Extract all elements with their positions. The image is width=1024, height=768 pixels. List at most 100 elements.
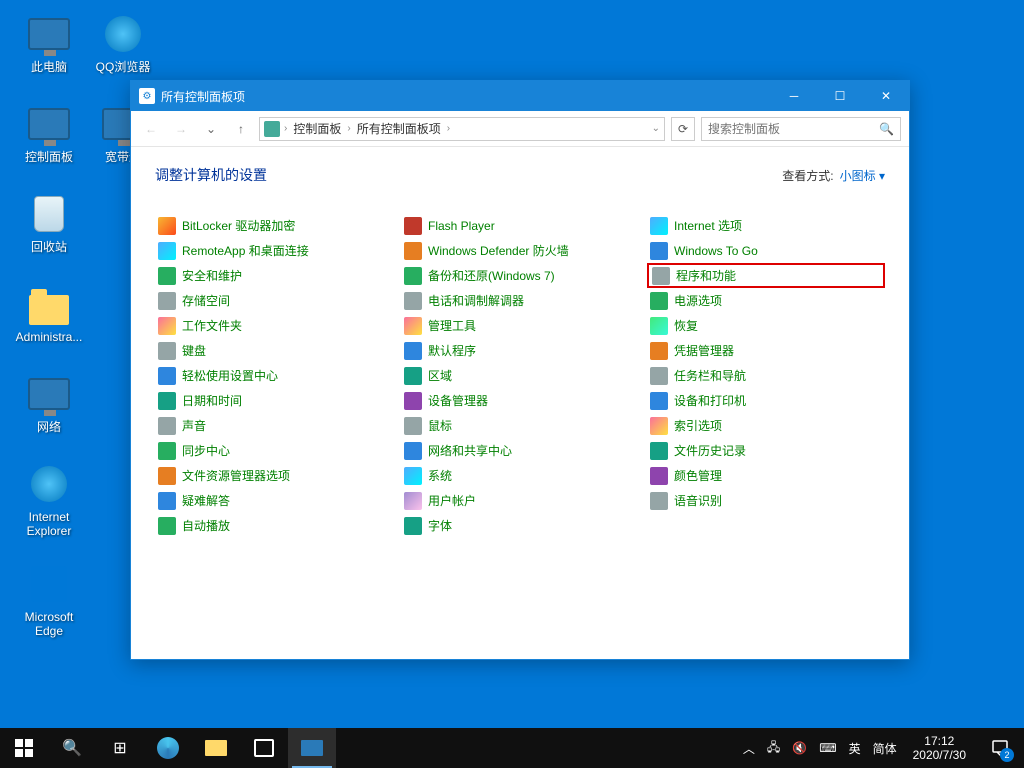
item-icon — [650, 367, 668, 385]
desktop-icon[interactable]: 控制面板 — [12, 100, 86, 164]
control-panel-item[interactable]: 轻松使用设置中心 — [155, 363, 393, 388]
control-panel-item[interactable]: 电话和调制解调器 — [401, 288, 639, 313]
control-panel-item[interactable]: Windows To Go — [647, 238, 885, 263]
maximize-button[interactable]: ☐ — [817, 81, 863, 111]
breadcrumb-root[interactable]: 控制面板 — [291, 120, 343, 137]
desktop-icon[interactable]: QQ浏览器 — [86, 10, 160, 74]
up-button[interactable]: ↑ — [229, 117, 253, 141]
item-label: 自动播放 — [182, 517, 230, 534]
item-label: 文件资源管理器选项 — [182, 467, 290, 484]
control-panel-item[interactable]: 声音 — [155, 413, 393, 438]
control-panel-item[interactable]: 文件资源管理器选项 — [155, 463, 393, 488]
control-panel-item[interactable]: 程序和功能 — [647, 263, 885, 288]
control-panel-item[interactable]: 键盘 — [155, 338, 393, 363]
item-icon — [650, 442, 668, 460]
item-icon — [158, 467, 176, 485]
control-panel-item[interactable]: 凭据管理器 — [647, 338, 885, 363]
control-panel-item[interactable]: BitLocker 驱动器加密 — [155, 213, 393, 238]
control-panel-item[interactable]: 索引选项 — [647, 413, 885, 438]
back-button[interactable]: ← — [139, 117, 163, 141]
item-label: 设备和打印机 — [674, 392, 746, 409]
control-panel-item[interactable]: 同步中心 — [155, 438, 393, 463]
control-panel-item[interactable]: 系统 — [401, 463, 639, 488]
item-label: 轻松使用设置中心 — [182, 367, 278, 384]
control-panel-item[interactable]: Internet 选项 — [647, 213, 885, 238]
tray-ime-lang[interactable]: 英 — [843, 728, 867, 768]
item-icon — [158, 242, 176, 260]
tray-volume-icon[interactable]: 🔇 — [786, 728, 813, 768]
taskbar-control-panel[interactable] — [288, 728, 336, 768]
task-view-button[interactable]: ⊞ — [96, 728, 144, 768]
desktop-icon[interactable]: Internet Explorer — [12, 460, 86, 538]
minimize-button[interactable]: ─ — [771, 81, 817, 111]
control-panel-item[interactable]: 日期和时间 — [155, 388, 393, 413]
control-panel-item[interactable]: 鼠标 — [401, 413, 639, 438]
item-label: Flash Player — [428, 219, 495, 233]
tray-overflow[interactable]: ︿ — [737, 728, 761, 768]
item-label: 程序和功能 — [676, 267, 736, 284]
desktop-icon[interactable]: Microsoft Edge — [12, 560, 86, 638]
taskbar-explorer[interactable] — [192, 728, 240, 768]
item-icon — [158, 292, 176, 310]
item-label: 颜色管理 — [674, 467, 722, 484]
control-panel-item[interactable]: 颜色管理 — [647, 463, 885, 488]
forward-button[interactable]: → — [169, 117, 193, 141]
control-panel-item[interactable]: 文件历史记录 — [647, 438, 885, 463]
item-icon — [650, 492, 668, 510]
close-button[interactable]: ✕ — [863, 81, 909, 111]
taskbar-store[interactable] — [240, 728, 288, 768]
desktop-icon[interactable]: 网络 — [12, 370, 86, 434]
control-panel-item[interactable]: 备份和还原(Windows 7) — [401, 263, 639, 288]
control-panel-item[interactable]: Windows Defender 防火墙 — [401, 238, 639, 263]
item-icon — [652, 267, 670, 285]
search-box[interactable]: 🔍 — [701, 117, 901, 141]
action-center-button[interactable]: 2 — [976, 728, 1024, 768]
taskbar-edge[interactable] — [144, 728, 192, 768]
control-panel-item[interactable]: 工作文件夹 — [155, 313, 393, 338]
item-icon — [650, 392, 668, 410]
tray-clock[interactable]: 17:12 2020/7/30 — [903, 734, 976, 762]
search-button[interactable]: 🔍 — [48, 728, 96, 768]
tray-ime-mode[interactable]: 简体 — [867, 728, 903, 768]
viewby-dropdown[interactable]: 小图标 ▾ — [840, 167, 885, 184]
tray-keyboard-icon[interactable]: ⌨ — [813, 728, 842, 768]
control-panel-item[interactable]: 网络和共享中心 — [401, 438, 639, 463]
refresh-button[interactable]: ⟳ — [671, 117, 695, 141]
item-label: 声音 — [182, 417, 206, 434]
control-panel-item[interactable]: 用户帐户 — [401, 488, 639, 513]
breadcrumb-current[interactable]: 所有控制面板项 — [355, 120, 443, 137]
control-panel-item[interactable]: 语音识别 — [647, 488, 885, 513]
item-icon — [158, 392, 176, 410]
desktop-icon[interactable]: 回收站 — [12, 190, 86, 254]
desktop-icon[interactable]: Administra... — [12, 280, 86, 344]
control-panel-item[interactable]: Flash Player — [401, 213, 639, 238]
control-panel-item[interactable]: 存储空间 — [155, 288, 393, 313]
control-panel-item[interactable]: 任务栏和导航 — [647, 363, 885, 388]
address-bar[interactable]: › 控制面板 › 所有控制面板项 › ⌄ — [259, 117, 665, 141]
item-icon — [404, 442, 422, 460]
start-button[interactable] — [0, 728, 48, 768]
desktop-icon[interactable]: 此电脑 — [12, 10, 86, 74]
item-icon — [404, 467, 422, 485]
control-panel-item[interactable]: 恢复 — [647, 313, 885, 338]
address-dropdown[interactable]: ⌄ — [652, 123, 660, 134]
search-input[interactable] — [708, 122, 879, 136]
control-panel-item[interactable]: 字体 — [401, 513, 639, 538]
control-panel-item[interactable]: 电源选项 — [647, 288, 885, 313]
item-label: 备份和还原(Windows 7) — [428, 267, 555, 284]
control-panel-item[interactable]: 疑难解答 — [155, 488, 393, 513]
tray-network-icon[interactable]: 🖧 — [761, 728, 786, 768]
control-panel-item[interactable]: 设备和打印机 — [647, 388, 885, 413]
control-panel-item[interactable]: 管理工具 — [401, 313, 639, 338]
search-icon: 🔍 — [879, 122, 894, 136]
control-panel-item[interactable]: 区域 — [401, 363, 639, 388]
control-panel-item[interactable]: RemoteApp 和桌面连接 — [155, 238, 393, 263]
control-panel-item[interactable]: 自动播放 — [155, 513, 393, 538]
control-panel-item[interactable]: 默认程序 — [401, 338, 639, 363]
item-label: Windows Defender 防火墙 — [428, 242, 569, 259]
titlebar[interactable]: ⚙ 所有控制面板项 ─ ☐ ✕ — [131, 81, 909, 111]
control-panel-item[interactable]: 设备管理器 — [401, 388, 639, 413]
item-icon — [650, 467, 668, 485]
recent-dropdown[interactable]: ⌄ — [199, 117, 223, 141]
control-panel-item[interactable]: 安全和维护 — [155, 263, 393, 288]
